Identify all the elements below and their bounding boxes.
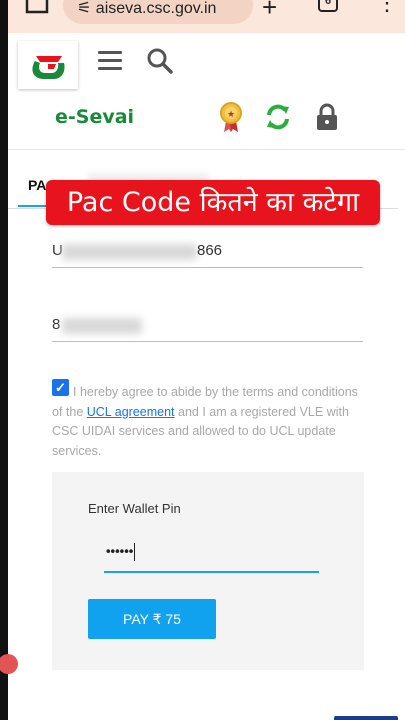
text-caret — [134, 543, 136, 561]
mobile-number-field[interactable]: 8 — [52, 312, 363, 342]
url-text: aiseva.csc.gov.in — [95, 0, 217, 17]
screen-edge — [0, 0, 8, 720]
menu-hamburger-icon[interactable] — [98, 51, 122, 71]
redacted-value — [62, 244, 197, 260]
overlay-caption: Pac Code कितने का कटेगा — [46, 180, 380, 225]
browser-toolbar: ⚟ aiseva.csc.gov.in + 6 ⋮ — [8, 0, 405, 33]
medal-icon[interactable]: ★ — [220, 101, 242, 133]
wallet-pin-label: Enter Wallet Pin — [88, 501, 181, 516]
pin-mask: •••••• — [106, 543, 134, 559]
csc-logo[interactable] — [18, 41, 78, 89]
brand-title: e-Sevai — [55, 106, 135, 128]
ucl-id-suffix: 866 — [197, 242, 223, 259]
new-tab-icon[interactable]: + — [262, 0, 277, 20]
wallet-panel: Enter Wallet Pin •••••• PAY ₹ 75 — [52, 472, 364, 670]
floating-dot — [0, 654, 18, 674]
more-options-icon[interactable]: ⋮ — [376, 0, 398, 14]
tab-count: 6 — [324, 0, 332, 7]
site-settings-icon[interactable]: ⚟ — [77, 0, 96, 17]
home-icon[interactable] — [24, 0, 50, 14]
tab-switcher-button[interactable]: 6 — [318, 0, 338, 12]
redacted-value — [62, 318, 142, 334]
mobile-prefix: 8 — [52, 316, 61, 333]
wallet-pin-input[interactable]: •••••• — [104, 537, 319, 573]
bottom-edge-button[interactable] — [334, 716, 398, 720]
lock-icon[interactable] — [314, 103, 340, 131]
agree-checkbox[interactable]: ✓ — [52, 379, 69, 396]
app-header: e-Sevai ★ — [8, 33, 405, 150]
refresh-icon[interactable] — [264, 103, 292, 131]
logo-icon — [32, 56, 65, 79]
svg-text:★: ★ — [227, 110, 235, 120]
pay-button[interactable]: PAY ₹ 75 — [88, 599, 216, 639]
consent-text: I hereby agree to abide by the terms and… — [52, 385, 358, 458]
search-icon[interactable] — [146, 47, 174, 75]
address-bar[interactable]: ⚟ aiseva.csc.gov.in — [63, 0, 253, 24]
ucl-agreement-link[interactable]: UCL agreement — [87, 405, 175, 419]
ucl-id-field[interactable]: U 866 — [52, 238, 363, 268]
